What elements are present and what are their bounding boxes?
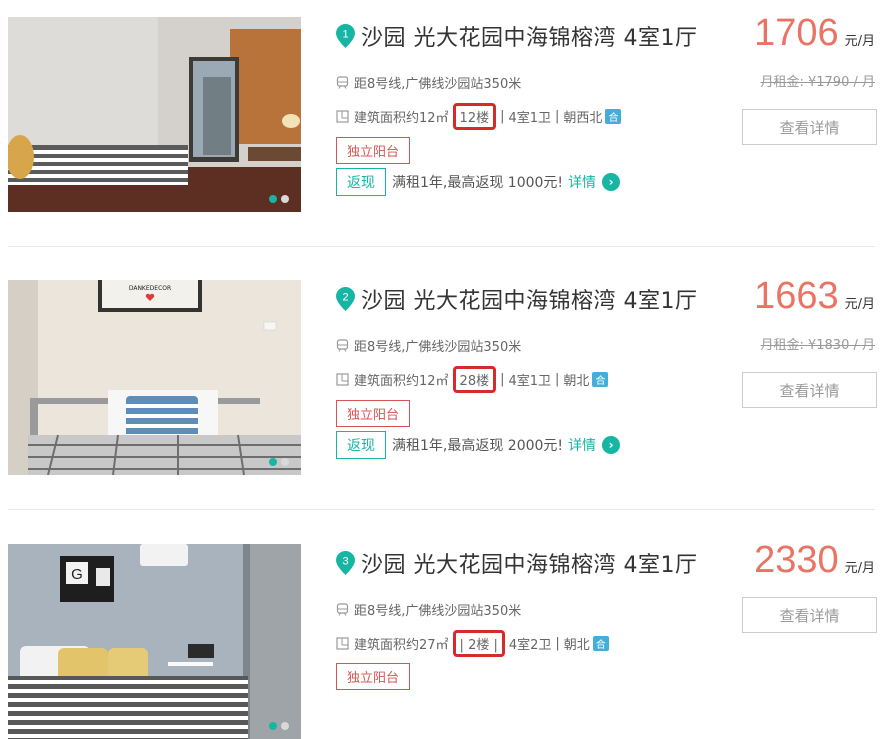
shared-badge: 合 bbox=[592, 372, 609, 387]
price-value: 1706 bbox=[754, 12, 839, 54]
cashback-promo: 返现 满租1年,最高返现 1000元! 详情 › bbox=[336, 168, 621, 196]
view-details-button[interactable]: 查看详情 bbox=[742, 597, 877, 633]
balcony-tag: 独立阳台 bbox=[336, 137, 411, 164]
location-pin-icon: 2 bbox=[336, 287, 355, 311]
listing-title[interactable]: 沙园 光大花园中海锦榕湾 4室1厅 bbox=[361, 283, 697, 315]
metro-text: 距8号线,广佛线沙园站350米 bbox=[354, 340, 522, 355]
balcony-tag: 独立阳台 bbox=[336, 400, 411, 427]
floorplan-icon bbox=[336, 637, 349, 650]
cashback-text: 满租1年,最高返现 1000元! bbox=[392, 175, 564, 191]
room-photo-image bbox=[8, 17, 301, 212]
price-unit: 元/月 bbox=[844, 561, 875, 576]
svg-text:2: 2 bbox=[342, 292, 348, 304]
view-details-button[interactable]: 查看详情 bbox=[742, 109, 877, 145]
svg-text:3: 3 bbox=[342, 556, 348, 568]
floor-highlight: 28楼 bbox=[452, 366, 497, 393]
view-details-button[interactable]: 查看详情 bbox=[742, 372, 877, 408]
location-pin-icon: 3 bbox=[336, 551, 355, 575]
subway-icon bbox=[336, 603, 349, 616]
promo-detail-link[interactable]: 详情 bbox=[568, 435, 596, 455]
room-specs: 建筑面积约27㎡ | 2楼 | 4室2卫 | 朝北 合 bbox=[336, 630, 609, 657]
price: 1663 元/月 bbox=[754, 275, 875, 318]
metro-info: 距8号线,广佛线沙园站350米 bbox=[336, 600, 521, 619]
carousel-dot[interactable] bbox=[281, 458, 289, 466]
carousel-dot-active[interactable] bbox=[269, 458, 277, 466]
floor-text: 12楼 bbox=[459, 111, 490, 126]
metro-text: 距8号线,广佛线沙园站350米 bbox=[354, 77, 522, 92]
area-text: 建筑面积约27㎡ bbox=[354, 638, 449, 653]
svg-text:1: 1 bbox=[342, 29, 348, 41]
area-text: 建筑面积约12㎡ bbox=[354, 111, 449, 126]
area-text: 建筑面积约12㎡ bbox=[354, 374, 449, 389]
carousel-dot[interactable] bbox=[281, 722, 289, 730]
original-price: 月租金: ¥1830 / 月 bbox=[760, 338, 875, 353]
floor-highlight: 12楼 bbox=[452, 103, 497, 130]
listing-title[interactable]: 沙园 光大花园中海锦榕湾 4室1厅 bbox=[361, 547, 697, 579]
listing-title[interactable]: 沙园 光大花园中海锦榕湾 4室1厅 bbox=[361, 20, 697, 52]
price-unit: 元/月 bbox=[844, 34, 875, 49]
carousel-dot-active[interactable] bbox=[269, 195, 277, 203]
price-value: 1663 bbox=[754, 275, 839, 317]
carousel-dot[interactable] bbox=[281, 195, 289, 203]
carousel-dot-active[interactable] bbox=[269, 722, 277, 730]
layout-text: 4室1卫 bbox=[508, 111, 552, 126]
price: 2330 元/月 bbox=[754, 539, 875, 582]
listing-card[interactable]: 1 沙园 光大花园中海锦榕湾 4室1厅 距8号线,广佛线沙园站350米 建筑面积… bbox=[0, 0, 891, 246]
floor-highlight: | 2楼 | bbox=[452, 630, 505, 657]
balcony-tag: 独立阳台 bbox=[336, 663, 411, 690]
orientation-text: 朝西北 bbox=[563, 111, 603, 126]
listing-card[interactable]: DANKEDECOR 2 沙园 光大花园中海锦榕湾 4室1厅 距8号线,广佛线沙… bbox=[0, 263, 891, 509]
floor-text: 28楼 bbox=[459, 374, 490, 389]
price: 1706 元/月 bbox=[754, 12, 875, 55]
price-value: 2330 bbox=[754, 539, 839, 581]
listing-card[interactable]: G 3 沙园 光大花园中海锦榕湾 4室1厅 距8号线,广佛线沙园站350米 建筑… bbox=[0, 527, 891, 739]
location-pin-icon: 1 bbox=[336, 24, 355, 48]
divider bbox=[8, 509, 875, 510]
orientation-text: 朝北 bbox=[563, 638, 590, 653]
room-photo[interactable] bbox=[8, 17, 301, 212]
shared-badge: 合 bbox=[605, 109, 622, 124]
subway-icon bbox=[336, 339, 349, 352]
room-photo-image: DANKEDECOR bbox=[8, 280, 301, 475]
floorplan-icon bbox=[336, 110, 349, 123]
layout-text: 4室2卫 bbox=[508, 638, 552, 653]
cashback-badge: 返现 bbox=[336, 431, 386, 459]
orientation-text: 朝北 bbox=[563, 374, 590, 389]
chevron-right-icon[interactable]: › bbox=[602, 173, 621, 191]
cashback-badge: 返现 bbox=[336, 168, 386, 196]
room-photo-image: G bbox=[8, 544, 301, 739]
shared-badge: 合 bbox=[592, 636, 609, 651]
room-specs: 建筑面积约12㎡ 12楼 | 4室1卫 | 朝西北 合 bbox=[336, 103, 622, 130]
original-price: 月租金: ¥1790 / 月 bbox=[760, 75, 875, 90]
room-photo[interactable]: G bbox=[8, 544, 301, 739]
cashback-promo: 返现 满租1年,最高返现 2000元! 详情 › bbox=[336, 431, 621, 459]
room-photo[interactable]: DANKEDECOR bbox=[8, 280, 301, 475]
floor-text: 2楼 bbox=[468, 638, 490, 653]
floorplan-icon bbox=[336, 373, 349, 386]
room-specs: 建筑面积约12㎡ 28楼 | 4室1卫 | 朝北 合 bbox=[336, 366, 609, 393]
subway-icon bbox=[336, 76, 349, 89]
metro-info: 距8号线,广佛线沙园站350米 bbox=[336, 336, 521, 355]
layout-text: 4室1卫 bbox=[508, 374, 552, 389]
metro-info: 距8号线,广佛线沙园站350米 bbox=[336, 73, 521, 92]
divider bbox=[8, 246, 875, 247]
promo-detail-link[interactable]: 详情 bbox=[568, 172, 596, 192]
price-unit: 元/月 bbox=[844, 297, 875, 312]
svg-text:DANKEDECOR: DANKEDECOR bbox=[129, 285, 171, 292]
chevron-right-icon[interactable]: › bbox=[602, 436, 621, 454]
svg-text:G: G bbox=[71, 566, 83, 583]
metro-text: 距8号线,广佛线沙园站350米 bbox=[354, 604, 522, 619]
cashback-text: 满租1年,最高返现 2000元! bbox=[392, 438, 564, 454]
